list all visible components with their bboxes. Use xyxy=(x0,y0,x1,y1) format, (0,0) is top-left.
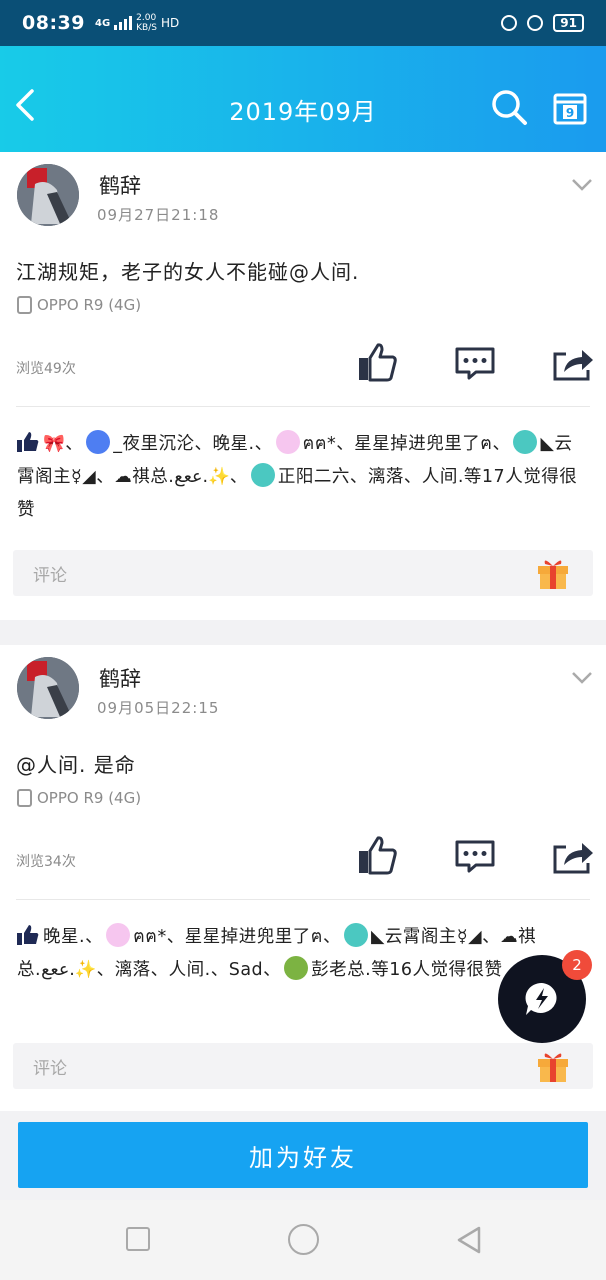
share-icon[interactable] xyxy=(552,344,594,382)
gift-icon[interactable] xyxy=(535,556,571,590)
moon-icon xyxy=(106,923,131,947)
share-icon[interactable] xyxy=(552,837,594,875)
system-nav-bar xyxy=(0,1200,606,1280)
cloud-face-icon: ☁ xyxy=(500,927,519,947)
calendar-icon[interactable]: 9 xyxy=(553,91,587,125)
hd-icon: HD xyxy=(160,16,180,30)
comment-placeholder: 评论 xyxy=(33,1059,67,1079)
divider xyxy=(16,899,590,900)
likes-list: 🎀、 _夜里沉沦、晚星.、 ฅฅ*、星星掉进兜里了ฅ、 ◣云霄阁主☿◢、☁祺总.ععع… xyxy=(17,428,583,527)
author-name[interactable]: 鹤辞 xyxy=(99,170,141,200)
device-label: OPPO R9 (4G) xyxy=(17,296,141,314)
avatar[interactable] xyxy=(17,657,79,719)
leaf-icon xyxy=(343,923,368,947)
gift-icon[interactable] xyxy=(535,1049,571,1083)
comment-input[interactable]: 评论 xyxy=(13,550,593,596)
avatar-emoji-icon xyxy=(86,430,111,454)
device-label: OPPO R9 (4G) xyxy=(17,789,141,807)
phone-icon xyxy=(17,789,32,807)
network-speed: 2.00 KB/S xyxy=(136,13,157,33)
recent-apps-icon[interactable] xyxy=(126,1227,150,1251)
phone-icon xyxy=(17,296,32,314)
search-icon[interactable] xyxy=(490,88,528,126)
moon-icon xyxy=(275,430,300,454)
battery-icon: 91 xyxy=(553,14,584,32)
lock-rotation-icon xyxy=(501,15,518,31)
chevron-down-icon[interactable] xyxy=(571,178,593,192)
nav-back-icon[interactable] xyxy=(456,1225,482,1255)
status-time: 08:39 xyxy=(22,12,85,34)
home-icon[interactable] xyxy=(288,1224,319,1255)
signal-icon: 4G xyxy=(95,16,136,30)
cloud-face-icon: ☁ xyxy=(114,467,133,487)
leaf-icon xyxy=(250,463,275,487)
post-content: @人间. 是命 xyxy=(16,753,136,777)
leaf-icon xyxy=(284,956,309,980)
post-time: 09月05日22:15 xyxy=(97,699,220,717)
leaf-icon xyxy=(513,430,538,454)
comment-icon[interactable] xyxy=(454,839,496,873)
comment-icon[interactable] xyxy=(454,346,496,380)
author-name[interactable]: 鹤辞 xyxy=(99,663,141,693)
status-bar: 08:39 4G 2.00 KB/S HD 91 xyxy=(0,0,606,46)
comment-placeholder: 评论 xyxy=(33,566,67,586)
like-thumb-icon xyxy=(17,432,39,452)
chevron-down-icon[interactable] xyxy=(571,671,593,685)
post-time: 09月27日21:18 xyxy=(97,206,220,224)
post-card: 鹤辞 09月27日21:18 江湖规矩，老子的女人不能碰@人间. OPPO R9… xyxy=(0,152,606,620)
svg-text:9: 9 xyxy=(566,106,574,120)
avatar[interactable] xyxy=(17,164,79,226)
add-friend-button[interactable]: 加为好友 xyxy=(18,1122,588,1188)
ribbon-icon: 🎀 xyxy=(43,434,66,454)
view-count: 浏览49次 xyxy=(16,361,76,377)
like-icon[interactable] xyxy=(357,342,397,382)
like-icon[interactable] xyxy=(357,835,397,875)
post-content: 江湖规矩，老子的女人不能碰@人间. xyxy=(16,260,360,284)
divider xyxy=(16,406,590,407)
alarm-icon xyxy=(527,15,544,31)
comment-input[interactable]: 评论 xyxy=(13,1043,593,1089)
like-thumb-icon xyxy=(17,925,39,945)
app-header: 2019年09月 9 xyxy=(0,46,606,152)
network-type: 4G xyxy=(94,17,111,29)
view-count: 浏览34次 xyxy=(16,854,76,870)
notification-badge: 2 xyxy=(562,950,592,980)
